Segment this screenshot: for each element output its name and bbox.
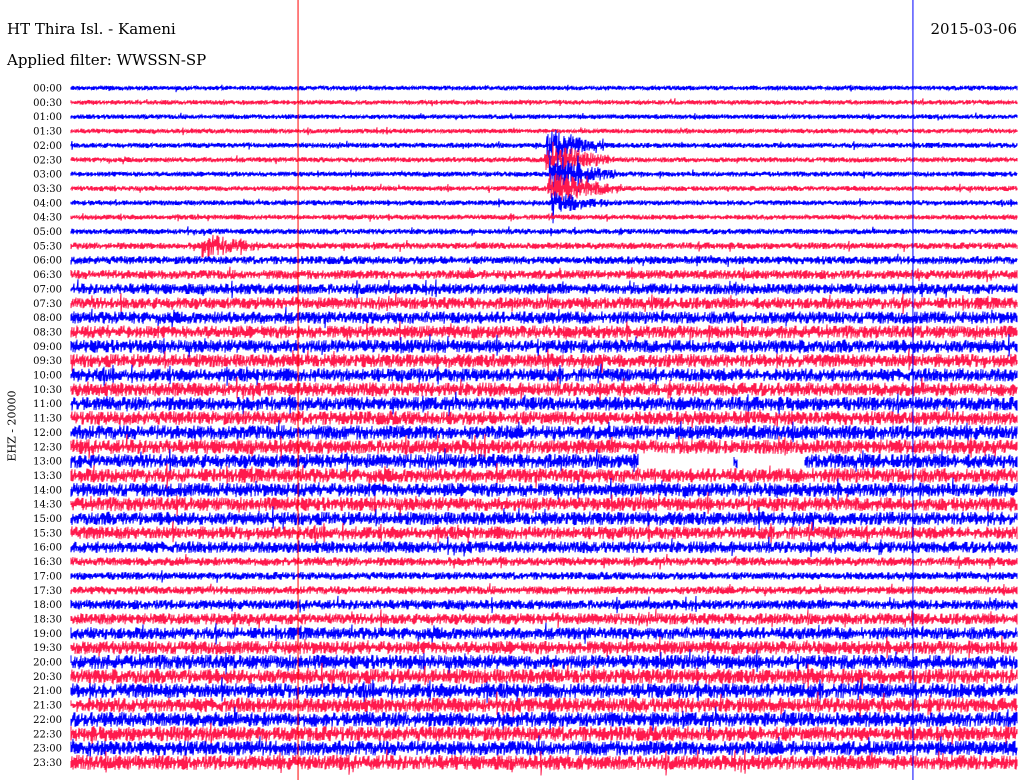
trace-row-0030 [70, 98, 1018, 107]
trace-row-0630 [70, 266, 1018, 283]
trace-row-1500 [70, 506, 1018, 531]
time-label: 13:30 [33, 471, 62, 482]
trace-row-1930 [70, 635, 1018, 660]
time-label: 09:30 [33, 356, 62, 367]
time-label: 18:00 [33, 600, 62, 611]
trace-row-1030 [70, 376, 1018, 401]
trace-row-1730 [70, 583, 1018, 597]
time-label: 10:00 [33, 371, 62, 382]
trace-row-0200 [70, 129, 1018, 160]
time-labels: 00:00 00:30 01:00 01:30 02:00 02:30 03:00 03:30… [33, 84, 62, 769]
trace-row-0100 [70, 112, 1018, 121]
trace-row-0430 [70, 212, 1018, 222]
trace-row-1600 [70, 536, 1018, 558]
trace-row-0800 [70, 306, 1018, 329]
trace-row-0900 [70, 334, 1018, 358]
time-label: 19:30 [33, 643, 62, 654]
time-label: 23:00 [33, 744, 62, 755]
time-label: 04:30 [33, 213, 62, 224]
time-label: 17:30 [33, 586, 62, 597]
time-label: 21:30 [33, 701, 62, 712]
time-label: 15:30 [33, 528, 62, 539]
trace-row-0530 [70, 234, 1018, 258]
time-label: 06:30 [33, 270, 62, 281]
time-label: 04:00 [33, 198, 62, 209]
trace-row-0130 [70, 126, 1018, 136]
time-label: 18:30 [33, 614, 62, 625]
date-label: 2015-03-06 [930, 20, 1017, 38]
time-label: 11:00 [33, 399, 62, 410]
time-label: 13:00 [33, 457, 62, 468]
time-label: 17:00 [33, 571, 62, 582]
time-label: 23:30 [33, 758, 62, 769]
trace-row-1530 [70, 521, 1018, 545]
time-label: 16:00 [33, 543, 62, 554]
time-label: 08:00 [33, 313, 62, 324]
trace-row-1230 [70, 433, 1018, 460]
trace-row-0000 [70, 84, 1018, 93]
time-label: 01:30 [33, 127, 62, 138]
filter-label: Applied filter: WWSSN-SP [7, 51, 207, 69]
time-label: 05:30 [33, 241, 62, 252]
time-label: 22:00 [33, 715, 62, 726]
time-label: 03:00 [33, 170, 62, 181]
channel-label: EHZ - 20000 [5, 390, 19, 462]
time-label: 00:30 [33, 98, 62, 109]
time-label: 20:30 [33, 672, 62, 683]
trace-rows [70, 84, 1018, 776]
trace-row-0500 [70, 226, 1018, 237]
time-label: 07:30 [33, 299, 62, 310]
time-label: 00:00 [33, 84, 62, 95]
time-label: 09:00 [33, 342, 62, 353]
time-label: 08:30 [33, 327, 62, 338]
time-label: 12:00 [33, 428, 62, 439]
time-label: 03:30 [33, 184, 62, 195]
trace-row-1700 [70, 570, 1018, 583]
trace-row-1630 [70, 553, 1018, 570]
trace-row-0600 [70, 253, 1018, 268]
time-label: 15:00 [33, 514, 62, 525]
trace-row-0330 [70, 173, 1018, 203]
trace-row-0700 [70, 279, 1018, 299]
time-label: 20:00 [33, 658, 62, 669]
trace-row-0730 [70, 292, 1018, 314]
time-label: 02:00 [33, 141, 62, 152]
time-label: 01:00 [33, 112, 62, 123]
time-label: 05:00 [33, 227, 62, 238]
time-label: 16:30 [33, 557, 62, 568]
time-label: 06:00 [33, 256, 62, 267]
trace-row-1800 [70, 595, 1018, 614]
station-title: HT Thira Isl. - Kameni [7, 20, 176, 38]
time-label: 10:30 [33, 385, 62, 396]
time-label: 12:30 [33, 442, 62, 453]
seismogram-plot: 00:00 00:30 01:00 01:30 02:00 02:30 03:00 03:30… [33, 0, 1018, 780]
time-label: 19:00 [33, 629, 62, 640]
time-label: 14:30 [33, 500, 62, 511]
time-label: 14:00 [33, 485, 62, 496]
time-label: 21:00 [33, 686, 62, 697]
trace-row-1900 [70, 622, 1018, 645]
trace-row-1830 [70, 608, 1018, 629]
time-label: 22:30 [33, 729, 62, 740]
time-label: 07:00 [33, 284, 62, 295]
trace-row-1200 [70, 420, 1018, 443]
time-label: 02:30 [33, 155, 62, 166]
time-label: 11:30 [33, 414, 62, 425]
trace-row-0830 [70, 320, 1018, 344]
